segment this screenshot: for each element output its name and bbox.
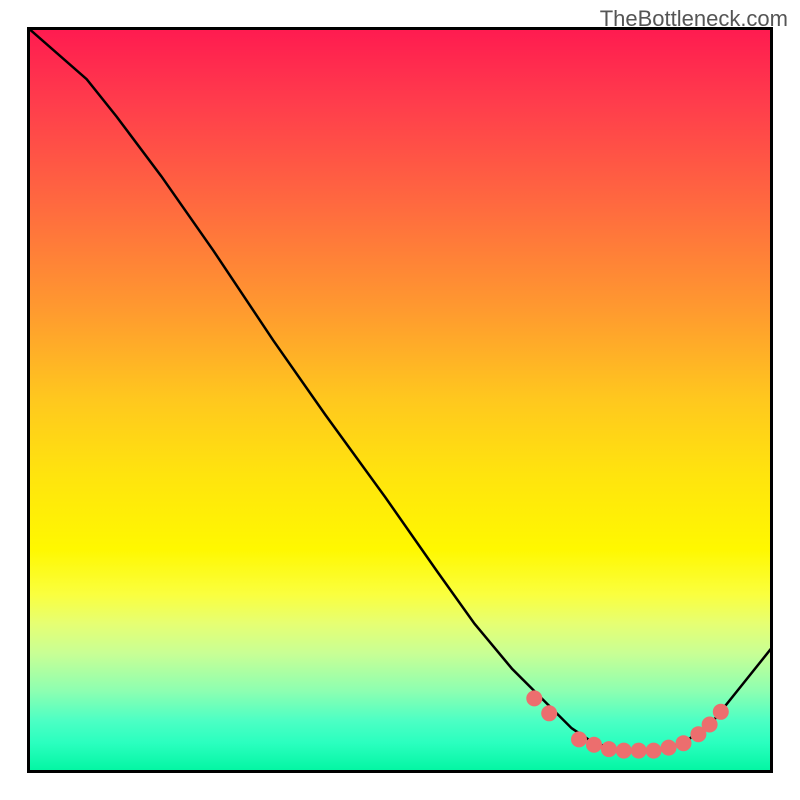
curve-line [27,27,773,751]
plot-area [27,27,773,773]
chart-svg [27,27,773,773]
marker-dot [646,743,662,759]
marker-dot [661,740,677,756]
marker-dot [541,705,557,721]
marker-dot [713,704,729,720]
watermark-text: TheBottleneck.com [600,6,788,32]
marker-dot [631,743,647,759]
marker-group [526,690,729,758]
marker-dot [676,735,692,751]
marker-dot [526,690,542,706]
marker-dot [616,743,632,759]
marker-dot [571,731,587,747]
marker-dot [586,737,602,753]
marker-dot [601,741,617,757]
marker-dot [702,717,718,733]
